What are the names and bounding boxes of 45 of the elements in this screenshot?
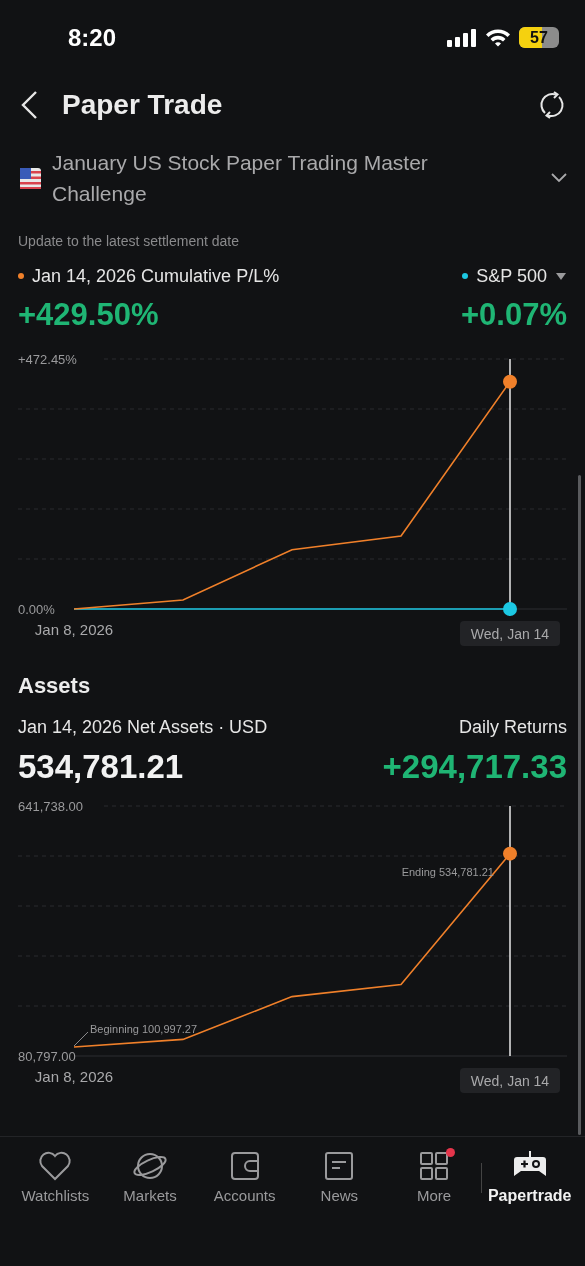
chevron-down-icon <box>551 173 567 183</box>
daily-returns-label: Daily Returns <box>458 717 567 738</box>
axis-label: Jan 8, 2026 <box>34 1068 114 1085</box>
heart-icon <box>38 1151 73 1181</box>
date-badge: Wed, Jan 14 <box>460 621 560 646</box>
axis-label: +472.45% <box>18 352 77 367</box>
data-point <box>503 601 517 616</box>
benchmark-return: +0.07% <box>461 297 567 333</box>
axis-label: 641,738.00 <box>18 799 84 814</box>
status-time: 8:20 <box>68 23 118 52</box>
legend-label: S&P 500 <box>476 265 547 287</box>
battery-icon: 57 <box>519 27 559 48</box>
wifi-icon <box>485 28 511 47</box>
data-point <box>503 374 517 389</box>
annotation-label: Beginning 100,997.27 <box>73 1023 198 1047</box>
daily-returns-value: +294,717.33 <box>382 748 567 786</box>
settlement-note: Update to the latest settlement date <box>18 233 241 249</box>
nav-tab[interactable]: Papertrade <box>482 1145 578 1205</box>
section-heading: Assets <box>18 673 92 699</box>
nav-tab[interactable]: Watchlists <box>8 1145 103 1204</box>
annotation-label: Ending 534,781.21 <box>401 865 494 878</box>
nav-tab[interactable]: News <box>292 1145 387 1204</box>
net-assets-value: 534,781.21 <box>18 748 184 786</box>
page-title: Paper Trade <box>62 89 224 121</box>
net-assets-label: Jan 14, 2026 Net Assets · USD <box>18 717 268 738</box>
challenge-dropdown[interactable]: January US Stock Paper Trading Master Challenge <box>20 147 567 209</box>
x-tick-label: Wed, Jan 14 <box>470 1073 550 1089</box>
cumulative-return: +429.50% <box>18 297 159 333</box>
axis-label: 80,797.00 <box>18 1049 76 1064</box>
legend-label: Jan 14, 2026 Cumulative P/L% <box>32 265 280 287</box>
dropdown-icon[interactable] <box>555 271 567 281</box>
grid-icon <box>419 1151 449 1181</box>
us-flag-icon <box>20 167 41 189</box>
nav-tab[interactable]: Markets <box>102 1145 198 1204</box>
data-point <box>503 846 517 861</box>
annotation: Beginning 100,997.27 <box>90 1023 198 1035</box>
nav-tab[interactable]: More <box>386 1145 482 1204</box>
axis-label: Jan 8, 2026 <box>34 621 114 638</box>
signal-icon <box>447 28 477 47</box>
date-badge: Wed, Jan 14 <box>460 1068 560 1093</box>
x-tick-label: Wed, Jan 14 <box>470 626 550 642</box>
wallet-icon <box>229 1151 260 1181</box>
nav-tab[interactable]: Accounts <box>197 1145 292 1204</box>
news-icon <box>324 1151 355 1181</box>
axis-label: 0.00% <box>18 602 55 617</box>
